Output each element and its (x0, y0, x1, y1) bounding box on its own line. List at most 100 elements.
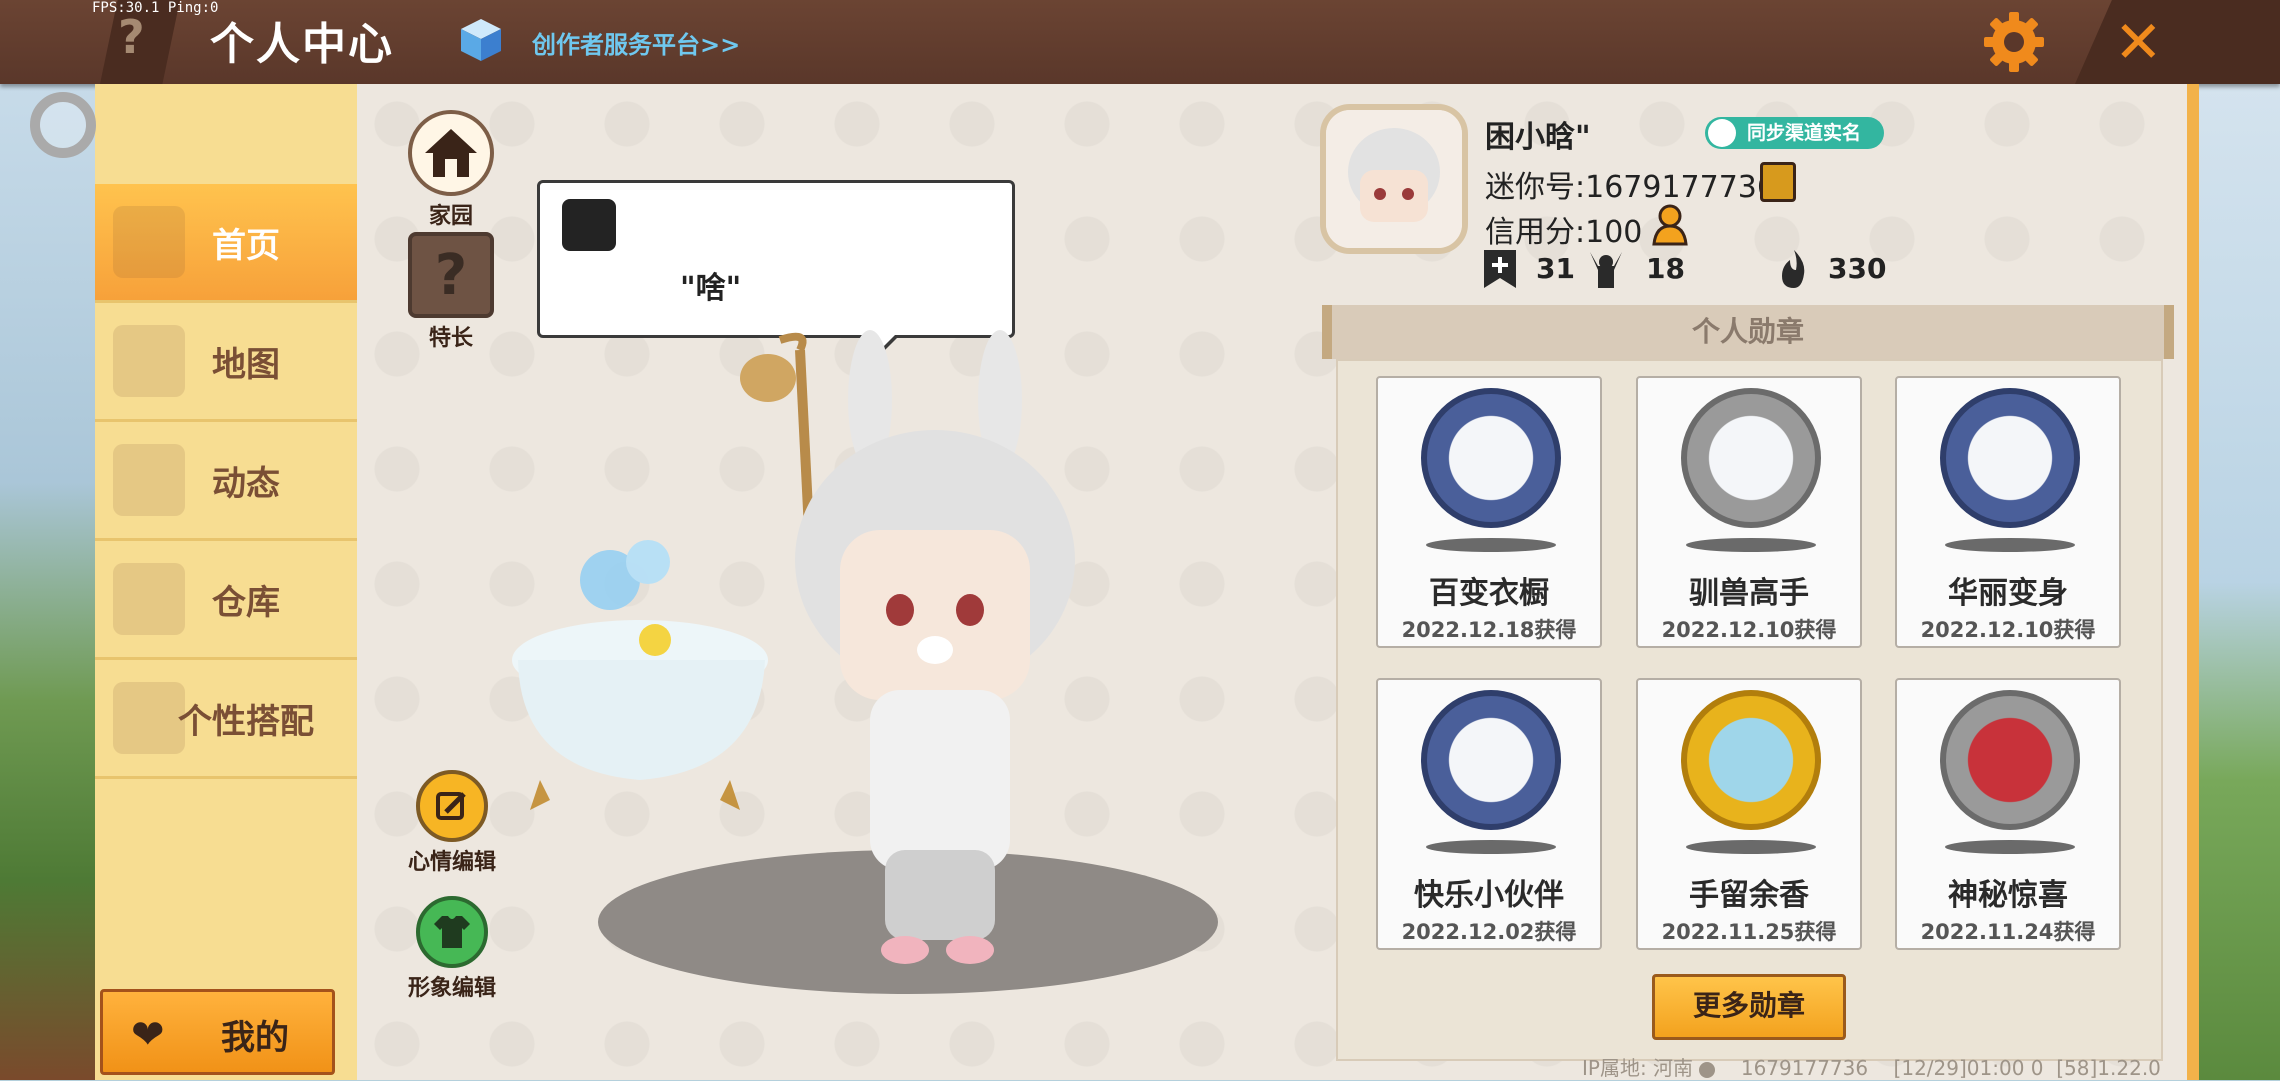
medal-date: 2022.11.24获得 (1920, 920, 2096, 944)
medal-name: 华丽变身 (1948, 576, 2068, 611)
shower-head (740, 332, 815, 551)
warehouse-icon (113, 563, 185, 635)
sidebar-item-label: 首页 (212, 225, 280, 266)
bookmark-add-icon (1484, 250, 1516, 288)
panel-edge (2187, 84, 2199, 1080)
medal-fragrance-icon (1681, 690, 1821, 830)
skill-label: 特长 (428, 326, 473, 351)
map-icon (113, 325, 185, 397)
medal-name: 百变衣橱 (1429, 576, 1549, 611)
mood-edit-label: 心情编辑 (408, 850, 497, 875)
medal-date: 2022.12.10获得 (1920, 618, 2096, 642)
more-medals-button[interactable]: 更多勋章 (1652, 974, 1846, 1040)
medal-shadow (1426, 840, 1556, 854)
edit-icon (416, 770, 488, 842)
mine-label: 我的 (221, 1018, 289, 1058)
heat-count: 330 (1828, 252, 1887, 285)
sidebar-item-home[interactable]: 首页 (95, 184, 357, 303)
house-icon (408, 110, 494, 196)
credit-score: 信用分:100 (1485, 215, 1643, 250)
adds-count: 31 (1536, 252, 1575, 285)
sidebar-item-label: 动态 (212, 463, 280, 504)
medal-shadow (1945, 840, 2075, 854)
medal-shadow (1945, 538, 2075, 552)
copy-icon[interactable] (1760, 162, 1796, 202)
medal-tamer-icon (1681, 388, 1821, 528)
medal-date: 2022.12.18获得 (1401, 618, 1577, 642)
creator-cube-icon[interactable] (458, 17, 504, 63)
medal-name: 驯兽高手 (1689, 576, 1809, 611)
sync-realname-button[interactable]: 同步渠道实名 (1705, 117, 1884, 149)
mine-button[interactable]: ❤ 我的 (100, 989, 335, 1075)
sidebar-menu: 首页 地图 动态 仓库 个性搭配 (95, 84, 357, 1080)
speech-text: "啥" (680, 271, 742, 306)
sync-realname-label: 同步渠道实名 (1747, 122, 1862, 144)
footer-version: [58]1.22.0 (2056, 1056, 2161, 1080)
medal-shadow (1426, 538, 1556, 552)
medal-card[interactable]: 快乐小伙伴 2022.12.02获得 (1376, 678, 1602, 950)
outfit-icon (416, 896, 488, 968)
ip-location: IP属地: 河南 (1582, 1056, 1694, 1080)
fps-readout: FPS:30.1 Ping:0 (92, 0, 219, 16)
speech-bubble: "啥" (537, 180, 1015, 338)
creator-platform-link[interactable]: 创作者服务平台>> (532, 25, 740, 60)
fans-count: 18 (1646, 252, 1685, 285)
gear-icon[interactable] (1982, 10, 2046, 74)
profile-avatar[interactable] (1320, 104, 1468, 254)
medal-card[interactable]: 百变衣橱 2022.12.18获得 (1376, 376, 1602, 648)
look-edit-button[interactable]: 形象编辑 (408, 896, 496, 1002)
medal-name: 神秘惊喜 (1948, 878, 2068, 913)
close-icon[interactable]: ✕ (2114, 10, 2163, 74)
top-bar: ? 个人中心 创作者服务平台>> ✕ (0, 0, 2280, 84)
bell-icon (113, 444, 185, 516)
outfit-icon (113, 682, 185, 754)
home-garden-label: 家园 (428, 204, 473, 229)
medal-card[interactable]: 手留余香 2022.11.25获得 (1636, 678, 1862, 950)
footer-time: [12/29]01:00 0 (1893, 1056, 2044, 1080)
question-icon[interactable]: ? (118, 10, 145, 64)
home-icon (113, 206, 185, 278)
mini-id: 迷你号:1679177736 (1485, 170, 1776, 205)
sidebar-item-dynamics[interactable]: 动态 (95, 422, 357, 541)
bathtub (512, 540, 768, 810)
medal-transform-icon (1940, 388, 2080, 528)
background-scenery-left (0, 84, 100, 1080)
skill-button[interactable]: ? 特长 (408, 232, 494, 352)
fans-icon (1590, 252, 1622, 288)
character-scene[interactable] (500, 330, 1260, 1010)
footer-uid: 1679177736 (1740, 1056, 1869, 1080)
medal-date: 2022.11.25获得 (1661, 920, 1837, 944)
record-button[interactable] (30, 92, 96, 158)
sidebar-item-warehouse[interactable]: 仓库 (95, 541, 357, 660)
medal-wardrobe-icon (1421, 388, 1561, 528)
medal-name: 手留余香 (1689, 878, 1809, 913)
user-name: 困小晗" (1485, 120, 1591, 155)
medal-date: 2022.12.10获得 (1661, 618, 1837, 642)
mood-edit-button[interactable]: 心情编辑 (408, 770, 496, 876)
look-edit-label: 形象编辑 (408, 976, 497, 1001)
background-scenery-right (2185, 84, 2280, 1080)
medal-card[interactable]: 神秘惊喜 2022.11.24获得 (1895, 678, 2121, 950)
medal-card[interactable]: 驯兽高手 2022.12.10获得 (1636, 376, 1862, 648)
medal-shadow (1686, 538, 1816, 552)
pet-avatar-icon (562, 199, 616, 251)
sidebar-item-label: 仓库 (212, 582, 280, 623)
medal-name: 快乐小伙伴 (1414, 878, 1564, 913)
sidebar-item-outfit[interactable]: 个性搭配 (95, 660, 357, 779)
medal-section-header: 个人勋章 (1322, 305, 2174, 359)
user-verify-icon (1708, 119, 1736, 147)
info-icon (1699, 1061, 1716, 1078)
home-garden-button[interactable]: 家园 (408, 110, 494, 230)
footer-info: IP属地: 河南 1679177736 [12/29]01:00 0 [58]1… (1582, 1052, 2161, 1081)
fire-icon (1782, 250, 1805, 288)
medal-card[interactable]: 华丽变身 2022.12.10获得 (1895, 376, 2121, 648)
question-box-icon: ? (408, 232, 494, 318)
close-tab (2075, 0, 2280, 84)
credit-info-icon[interactable] (1652, 204, 1692, 246)
sidebar-item-label: 地图 (212, 344, 280, 385)
medal-shadow (1686, 840, 1816, 854)
medal-surprise-icon (1940, 690, 2080, 830)
sidebar-item-label: 个性搭配 (178, 701, 314, 742)
sidebar-item-map[interactable]: 地图 (95, 303, 357, 422)
page-title: 个人中心 (210, 19, 394, 70)
